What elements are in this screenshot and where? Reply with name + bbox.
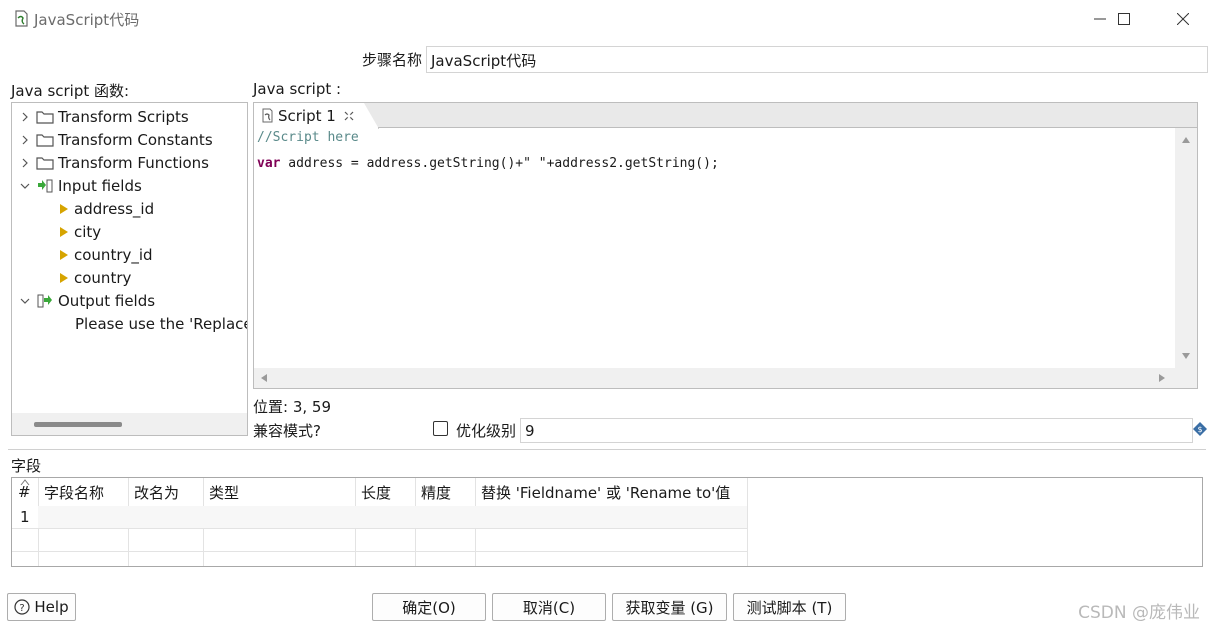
- tab-label: Script 1: [278, 107, 336, 125]
- column-header-replace[interactable]: 替换 'Fieldname' 或 'Rename to'值: [475, 478, 730, 506]
- tree-item-field-address-id[interactable]: address_id: [58, 197, 154, 220]
- chevron-down-icon[interactable]: [18, 179, 32, 193]
- close-icon: [1177, 13, 1189, 25]
- get-variables-button[interactable]: 获取变量 (G): [612, 593, 727, 621]
- editor-horizontal-scrollbar[interactable]: [254, 368, 1175, 388]
- folder-icon: [36, 109, 54, 125]
- chevron-down-icon[interactable]: [18, 294, 32, 308]
- help-icon: ?: [14, 599, 30, 615]
- compat-mode-label: 兼容模式?: [253, 422, 321, 440]
- tree-item-label: Transform Scripts: [58, 107, 189, 126]
- tree-item-label: Transform Constants: [58, 130, 213, 149]
- maximize-button[interactable]: [1101, 4, 1147, 34]
- svg-text:$: $: [1197, 425, 1202, 434]
- table-row[interactable]: [38, 506, 747, 528]
- step-name-input[interactable]: JavaScript代码: [426, 46, 1208, 73]
- title-bar: JavaScript代码: [0, 0, 1214, 38]
- chevron-right-icon[interactable]: [18, 133, 32, 147]
- tree-item-label: Input fields: [58, 176, 142, 195]
- tree-item-input-fields[interactable]: Input fields: [18, 174, 142, 197]
- field-arrow-icon: [58, 270, 70, 286]
- tree-item-label: Please use the 'Replace: [75, 314, 248, 333]
- tree-item-output-hint[interactable]: Please use the 'Replace: [75, 312, 248, 335]
- tree-item-field-country-id[interactable]: country_id: [58, 243, 153, 266]
- compat-mode-checkbox[interactable]: [433, 421, 448, 436]
- cancel-button[interactable]: 取消(C): [492, 593, 606, 621]
- code-keyword: var: [257, 156, 281, 171]
- functions-tree[interactable]: Transform Scripts Transform Constants Tr…: [11, 102, 248, 436]
- cursor-position: 位置: 3, 59: [253, 398, 331, 416]
- script-editor[interactable]: Script 1 //Script here var address = add…: [253, 102, 1198, 389]
- chevron-right-icon[interactable]: [18, 156, 32, 170]
- column-header-length[interactable]: 长度: [355, 478, 391, 506]
- folder-icon: [36, 132, 54, 148]
- window-title: JavaScript代码: [34, 11, 140, 29]
- editor-vertical-scrollbar[interactable]: [1175, 128, 1197, 368]
- scroll-down-icon[interactable]: [1181, 352, 1191, 360]
- test-script-button[interactable]: 测试脚本 (T): [733, 593, 846, 621]
- column-header-precision[interactable]: 精度: [415, 478, 451, 506]
- scroll-right-icon[interactable]: [1158, 373, 1166, 383]
- code-text: address = address.getString()+" "+addres…: [280, 156, 719, 171]
- help-button-label: Help: [34, 598, 69, 616]
- code-comment-line: //Script here: [257, 130, 359, 145]
- scrollbar-thumb[interactable]: [34, 422, 122, 427]
- column-header-field-name[interactable]: 字段名称: [38, 478, 104, 506]
- column-header-type[interactable]: 类型: [203, 478, 239, 506]
- section-divider: [8, 449, 1206, 450]
- step-name-label: 步骤名称: [362, 51, 423, 69]
- tree-horizontal-scrollbar[interactable]: [12, 413, 247, 435]
- column-header-rename[interactable]: 改名为: [128, 478, 179, 506]
- scroll-up-icon[interactable]: [1181, 136, 1191, 144]
- close-button[interactable]: [1160, 4, 1206, 34]
- app-icon: [12, 9, 30, 29]
- input-fields-icon: [36, 178, 54, 194]
- tree-item-transform-constants[interactable]: Transform Constants: [18, 128, 213, 151]
- maximize-icon: [1118, 13, 1130, 25]
- field-arrow-icon: [58, 247, 70, 263]
- scroll-left-icon[interactable]: [260, 373, 268, 383]
- tree-item-field-city[interactable]: city: [58, 220, 101, 243]
- fields-section-label: 字段: [11, 457, 42, 475]
- tree-item-label: city: [74, 222, 102, 241]
- tree-item-field-country[interactable]: country: [58, 266, 131, 289]
- variable-icon[interactable]: $: [1193, 422, 1207, 436]
- script-tab-strip: Script 1: [254, 103, 1197, 129]
- tree-item-output-fields[interactable]: Output fields: [18, 289, 155, 312]
- table-row-index[interactable]: 1: [12, 506, 38, 528]
- tree-item-transform-functions[interactable]: Transform Functions: [18, 151, 209, 174]
- script-panel-label: Java script :: [253, 80, 342, 98]
- field-arrow-icon: [58, 201, 70, 217]
- field-arrow-icon: [58, 224, 70, 240]
- tab-close-icon[interactable]: [344, 111, 354, 121]
- tree-item-label: Output fields: [58, 291, 156, 310]
- script-icon: [260, 108, 274, 124]
- chevron-right-icon[interactable]: [18, 110, 32, 124]
- tree-item-label: address_id: [74, 199, 155, 218]
- folder-icon: [36, 155, 54, 171]
- column-header-index[interactable]: #: [14, 478, 31, 506]
- tree-item-transform-scripts[interactable]: Transform Scripts: [18, 105, 189, 128]
- svg-text:?: ?: [20, 603, 25, 614]
- tab-script-1[interactable]: Script 1: [254, 103, 379, 129]
- code-line[interactable]: var address = address.getString()+" "+ad…: [257, 156, 719, 171]
- watermark: CSDN @庞伟业: [1078, 603, 1200, 623]
- scroll-corner: [1175, 368, 1197, 388]
- tree-item-label: country: [74, 268, 132, 287]
- tree-item-label: Transform Functions: [58, 153, 209, 172]
- optimization-level-input[interactable]: 9: [520, 418, 1193, 443]
- functions-panel-label: Java script 函数:: [11, 82, 130, 100]
- help-button[interactable]: ? Help: [7, 593, 76, 621]
- fields-table[interactable]: # 字段名称 改名为 类型 长度 精度 替换 'Fieldname' 或 'Re…: [11, 477, 1203, 567]
- output-fields-icon: [36, 293, 54, 309]
- tree-item-label: country_id: [74, 245, 153, 264]
- ok-button[interactable]: 确定(O): [372, 593, 486, 621]
- optimization-level-label: 优化级别: [456, 422, 517, 440]
